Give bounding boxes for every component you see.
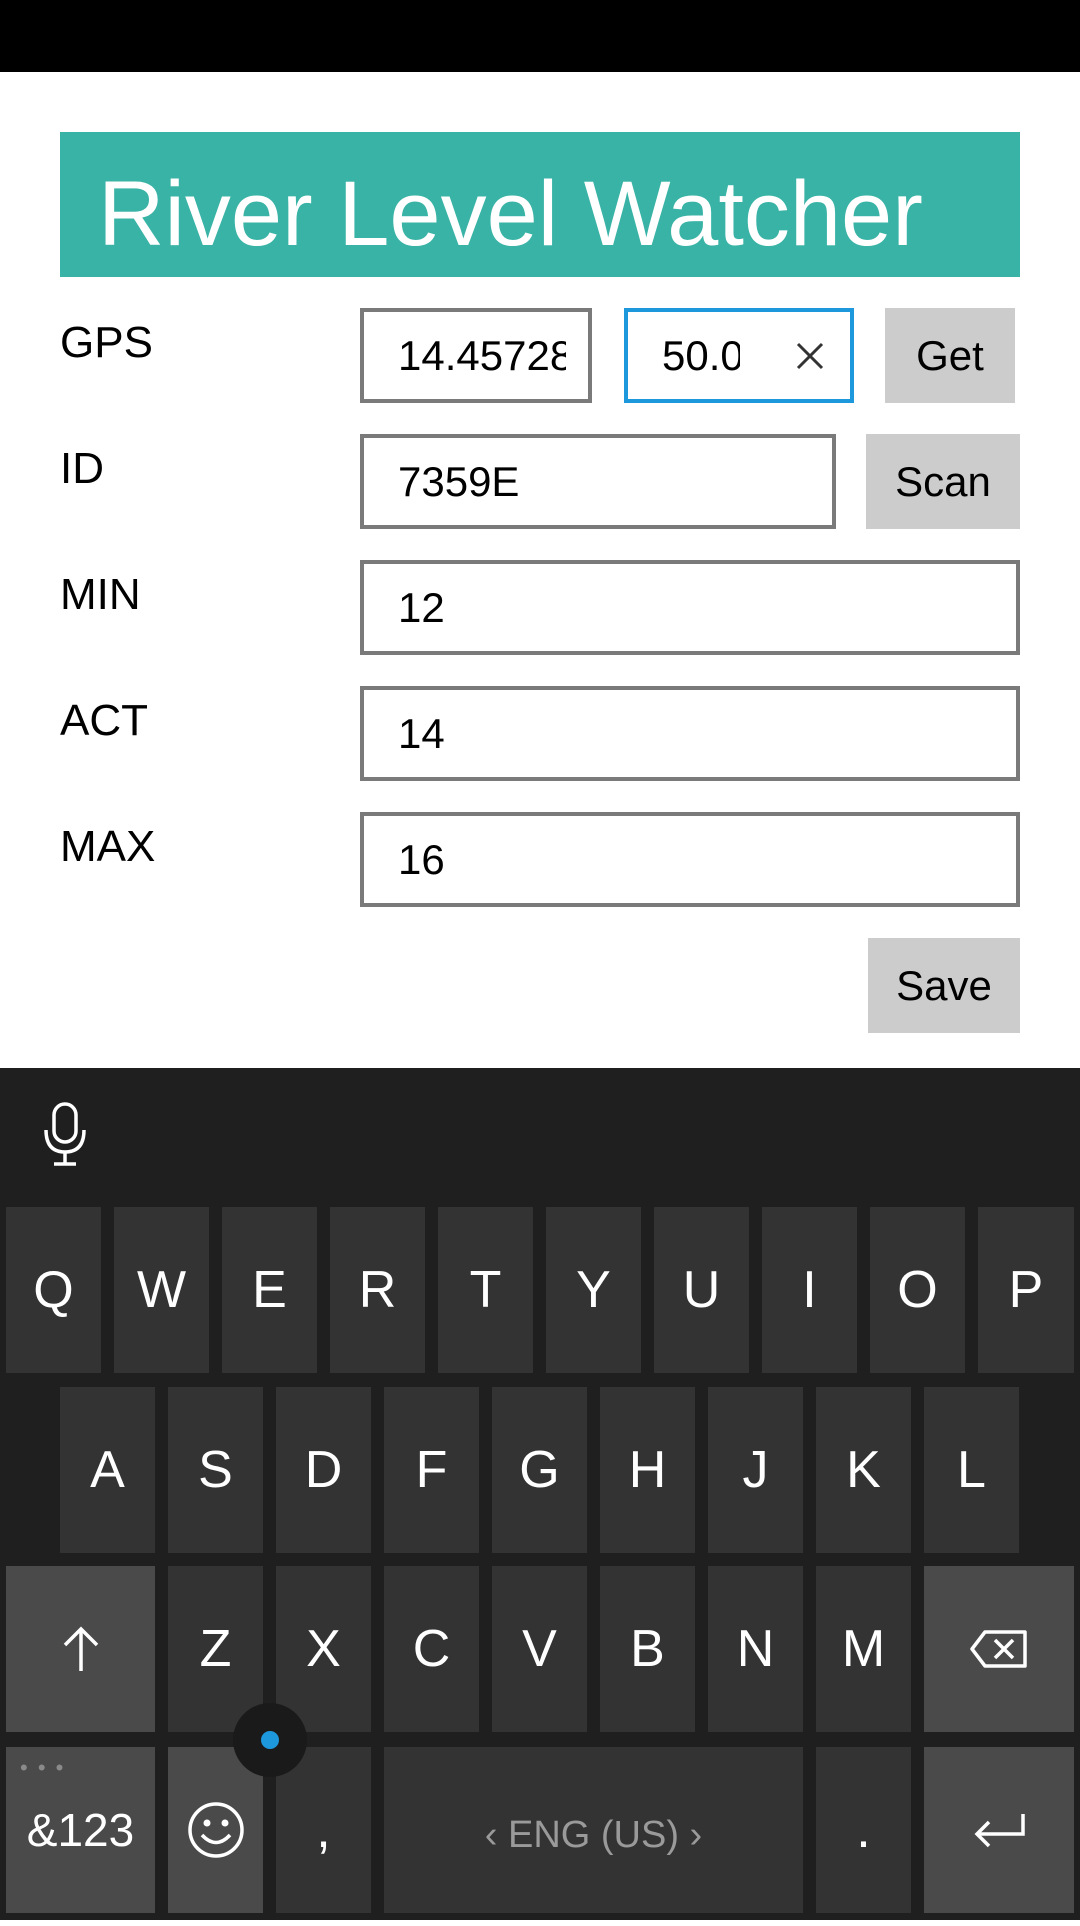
act-label: ACT — [60, 696, 148, 745]
key-f[interactable]: F — [384, 1387, 479, 1553]
language-label: ‹ ENG (US) › — [484, 1814, 703, 1856]
key-e[interactable]: E — [222, 1207, 317, 1373]
key-n[interactable]: N — [708, 1566, 803, 1732]
comma-key[interactable]: , — [276, 1747, 371, 1913]
key-x[interactable]: X — [276, 1566, 371, 1732]
key-h[interactable]: H — [600, 1387, 695, 1553]
act-field[interactable]: 14 — [360, 686, 1020, 781]
key-m[interactable]: M — [816, 1566, 911, 1732]
key-t[interactable]: T — [438, 1207, 533, 1373]
period-key[interactable]: . — [816, 1747, 911, 1913]
enter-key[interactable] — [924, 1747, 1074, 1913]
symbols-key-label: &123 — [26, 1804, 135, 1856]
min-value: 12 — [398, 584, 445, 631]
gps-longitude-field[interactable]: 50.0 — [624, 308, 854, 403]
gps-longitude-value: 50.0 — [662, 332, 740, 379]
key-z[interactable]: Z — [168, 1566, 263, 1732]
app-title: River Level Watcher — [98, 163, 923, 265]
gps-latitude-value: 14.45728 — [398, 332, 566, 379]
cursor-control-knob[interactable] — [233, 1703, 307, 1777]
id-field[interactable]: 7359E — [360, 434, 836, 529]
emoji-icon — [187, 1802, 244, 1858]
key-d[interactable]: D — [276, 1387, 371, 1553]
space-key[interactable]: ‹ ENG (US) › — [384, 1747, 803, 1913]
key-y[interactable]: Y — [546, 1207, 641, 1373]
max-value: 16 — [398, 836, 445, 883]
key-j[interactable]: J — [708, 1387, 803, 1553]
key-l[interactable]: L — [924, 1387, 1019, 1553]
max-field[interactable]: 16 — [360, 812, 1020, 907]
key-u[interactable]: U — [654, 1207, 749, 1373]
id-value: 7359E — [398, 458, 520, 505]
scan-button[interactable]: Scan — [866, 434, 1020, 529]
key-w[interactable]: W — [114, 1207, 209, 1373]
key-c[interactable]: C — [384, 1566, 479, 1732]
microphone-icon[interactable] — [42, 1102, 88, 1168]
max-label: MAX — [60, 822, 156, 871]
key-q[interactable]: Q — [6, 1207, 101, 1373]
backspace-key[interactable] — [924, 1566, 1074, 1732]
status-bar — [0, 0, 1080, 72]
min-label: MIN — [60, 570, 141, 619]
save-button[interactable]: Save — [868, 938, 1020, 1033]
key-s[interactable]: S — [168, 1387, 263, 1553]
gps-label: GPS — [60, 318, 153, 367]
key-r[interactable]: R — [330, 1207, 425, 1373]
shift-arrow-icon — [63, 1626, 98, 1671]
emoji-key[interactable] — [168, 1747, 263, 1913]
clear-icon[interactable] — [792, 338, 828, 374]
min-field[interactable]: 12 — [360, 560, 1020, 655]
key-k[interactable]: K — [816, 1387, 911, 1553]
backspace-icon — [970, 1630, 1027, 1668]
act-value: 14 — [398, 710, 445, 757]
id-label: ID — [60, 444, 104, 493]
key-p[interactable]: P — [978, 1207, 1074, 1373]
shift-key[interactable] — [6, 1566, 155, 1732]
key-o[interactable]: O — [870, 1207, 965, 1373]
symbols-key[interactable]: • • • &123 — [6, 1747, 155, 1913]
key-i[interactable]: I — [762, 1207, 857, 1373]
enter-icon — [974, 1814, 1025, 1848]
key-v[interactable]: V — [492, 1566, 587, 1732]
key-b[interactable]: B — [600, 1566, 695, 1732]
key-a[interactable]: A — [60, 1387, 155, 1553]
get-gps-button[interactable]: Get — [885, 308, 1015, 403]
gps-latitude-field[interactable]: 14.45728 — [360, 308, 592, 403]
key-g[interactable]: G — [492, 1387, 587, 1553]
app-header: River Level Watcher — [60, 132, 1020, 277]
more-dots-icon: • • • — [20, 1755, 66, 1780]
